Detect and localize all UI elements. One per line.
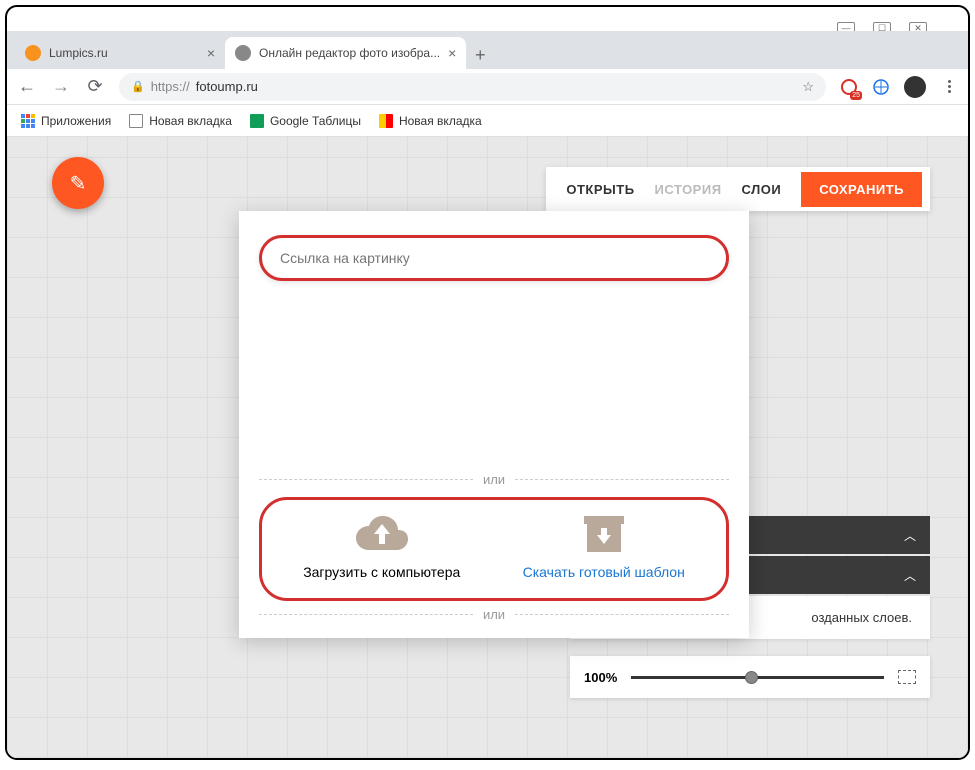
bookmark-item[interactable]: Новая вкладка xyxy=(379,114,482,128)
zoom-slider[interactable] xyxy=(631,676,884,679)
url-host: fotoump.ru xyxy=(196,79,258,94)
download-template[interactable]: Скачать готовый шаблон xyxy=(523,514,685,580)
extension-globe-icon[interactable] xyxy=(872,78,890,96)
address-bar[interactable]: 🔒 https:// fotoump.ru ☆ xyxy=(119,73,826,101)
apps-icon xyxy=(21,114,35,128)
tab-fotoump[interactable]: Онлайн редактор фото изобра... × xyxy=(225,37,466,69)
fullscreen-icon[interactable] xyxy=(898,670,916,684)
profile-avatar[interactable] xyxy=(904,76,926,98)
tab-title: Lumpics.ru xyxy=(49,46,108,60)
bookmark-label: Google Таблицы xyxy=(270,114,361,128)
cloud-upload-icon xyxy=(354,514,410,554)
separator: или xyxy=(259,472,729,487)
url-scheme: https:// xyxy=(151,79,190,94)
chevron-up-icon[interactable]: ︿ xyxy=(904,527,916,544)
bookmarks-bar: Приложения Новая вкладка Google Таблицы … xyxy=(7,105,968,137)
open-link[interactable]: ОТКРЫТЬ xyxy=(566,182,634,197)
lock-icon: 🔒 xyxy=(131,80,145,93)
or-label: или xyxy=(483,607,505,622)
bookmark-label: Новая вкладка xyxy=(399,114,482,128)
sheets-icon xyxy=(250,114,264,128)
separator: или xyxy=(259,607,729,622)
extension-opera-icon[interactable] xyxy=(840,78,858,96)
zoom-value: 100% xyxy=(584,670,617,685)
bookmark-item[interactable]: Новая вкладка xyxy=(129,114,232,128)
url-input-wrapper xyxy=(259,235,729,281)
new-tab-button[interactable]: + xyxy=(466,41,494,69)
layers-link[interactable]: СЛОИ xyxy=(742,182,782,197)
reload-button[interactable]: ⟳ xyxy=(85,76,105,97)
forward-button[interactable]: → xyxy=(51,76,71,97)
save-button[interactable]: СОХРАНИТЬ xyxy=(801,172,922,207)
upload-options: Загрузить с компьютера Скачать готовый ш… xyxy=(259,497,729,601)
tab-lumpics[interactable]: Lumpics.ru × xyxy=(15,37,225,69)
zoom-control: 100% xyxy=(570,656,930,698)
back-button[interactable]: ← xyxy=(17,76,37,97)
upload-label: Загрузить с компьютера xyxy=(303,564,460,580)
editor-toolbar: ОТКРЫТЬ ИСТОРИЯ СЛОИ СОХРАНИТЬ xyxy=(546,167,930,211)
upload-from-computer[interactable]: Загрузить с компьютера xyxy=(303,514,460,580)
zoom-thumb[interactable] xyxy=(745,671,758,684)
address-bar-row: ← → ⟳ 🔒 https:// fotoump.ru ☆ xyxy=(7,69,968,105)
tab-favicon xyxy=(25,45,41,61)
close-tab-icon[interactable]: × xyxy=(448,45,456,61)
bookmark-label: Новая вкладка xyxy=(149,114,232,128)
page-icon xyxy=(129,114,143,128)
pencil-icon: ✎ xyxy=(70,171,87,196)
browser-tabs: Lumpics.ru × Онлайн редактор фото изобра… xyxy=(7,31,968,69)
tab-title: Онлайн редактор фото изобра... xyxy=(259,46,440,60)
browser-menu-icon[interactable] xyxy=(940,78,958,96)
open-dialog: или Загрузить с компьютера Скачать готов… xyxy=(239,211,749,638)
yandex-icon xyxy=(379,114,393,128)
close-tab-icon[interactable]: × xyxy=(207,45,215,61)
bookmark-star-icon[interactable]: ☆ xyxy=(802,79,814,95)
apps-bookmark[interactable]: Приложения xyxy=(21,114,111,128)
template-label: Скачать готовый шаблон xyxy=(523,564,685,580)
or-label: или xyxy=(483,472,505,487)
box-download-icon xyxy=(582,514,626,554)
edit-fab-button[interactable]: ✎ xyxy=(52,157,104,209)
tab-favicon xyxy=(235,45,251,61)
history-link[interactable]: ИСТОРИЯ xyxy=(655,182,722,197)
chevron-up-icon[interactable]: ︿ xyxy=(904,567,916,584)
bookmark-label: Приложения xyxy=(41,114,111,128)
bookmark-item[interactable]: Google Таблицы xyxy=(250,114,361,128)
image-url-input[interactable] xyxy=(280,250,708,266)
